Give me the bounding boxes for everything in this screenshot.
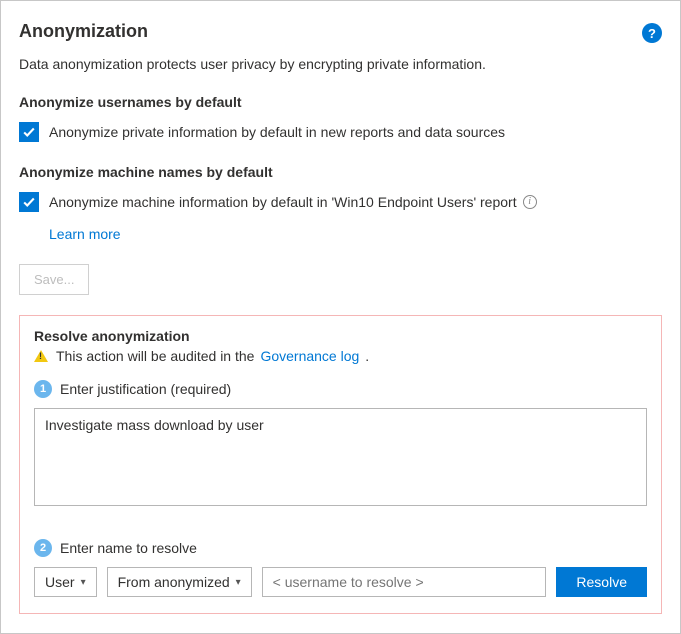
audit-text-prefix: This action will be audited in the [56, 348, 254, 364]
resolve-anonymization-box: Resolve anonymization This action will b… [19, 315, 662, 614]
step-1-label: Enter justification (required) [60, 381, 231, 397]
check-icon [22, 125, 36, 139]
anonymize-usernames-checkbox[interactable] [19, 122, 39, 142]
resolve-name-input[interactable] [262, 567, 547, 597]
learn-more-link[interactable]: Learn more [49, 226, 121, 242]
anonymization-settings-panel: Anonymization ? Data anonymization prote… [0, 0, 681, 634]
save-button[interactable]: Save... [19, 264, 89, 295]
step-2-label: Enter name to resolve [60, 540, 197, 556]
step-1-badge: 1 [34, 380, 52, 398]
page-description: Data anonymization protects user privacy… [19, 56, 662, 72]
audit-text-suffix: . [365, 348, 369, 364]
entity-type-dropdown[interactable]: User ▾ [34, 567, 97, 597]
warning-icon [34, 350, 48, 362]
anonymize-machines-row: Anonymize machine information by default… [19, 192, 662, 212]
check-icon [22, 195, 36, 209]
direction-dropdown[interactable]: From anonymized ▾ [107, 567, 252, 597]
governance-log-link[interactable]: Governance log [260, 348, 359, 364]
step-2-row: 2 Enter name to resolve [34, 539, 647, 557]
audit-notice: This action will be audited in the Gover… [34, 348, 647, 364]
anonymize-machines-label: Anonymize machine names by default [19, 164, 662, 180]
step-1-row: 1 Enter justification (required) [34, 380, 647, 398]
anonymize-usernames-checkbox-label: Anonymize private information by default… [49, 122, 505, 142]
anonymize-machines-checkbox-label: Anonymize machine information by default… [49, 192, 537, 212]
direction-value: From anonymized [118, 574, 230, 590]
resolve-controls: User ▾ From anonymized ▾ Resolve [34, 567, 647, 597]
page-title: Anonymization [19, 21, 148, 42]
resolve-title: Resolve anonymization [34, 328, 647, 344]
chevron-down-icon: ▾ [81, 577, 86, 588]
anonymize-usernames-label: Anonymize usernames by default [19, 94, 662, 110]
step-2-badge: 2 [34, 539, 52, 557]
resolve-button[interactable]: Resolve [556, 567, 647, 597]
info-icon[interactable]: i [523, 195, 537, 209]
anonymize-usernames-row: Anonymize private information by default… [19, 122, 662, 142]
anonymize-machines-checkbox[interactable] [19, 192, 39, 212]
anonymize-machines-checkbox-text: Anonymize machine information by default… [49, 192, 517, 212]
help-icon[interactable]: ? [642, 23, 662, 43]
entity-type-value: User [45, 574, 75, 590]
justification-input[interactable] [34, 408, 647, 506]
chevron-down-icon: ▾ [236, 577, 241, 588]
header-row: Anonymization ? [19, 17, 662, 50]
